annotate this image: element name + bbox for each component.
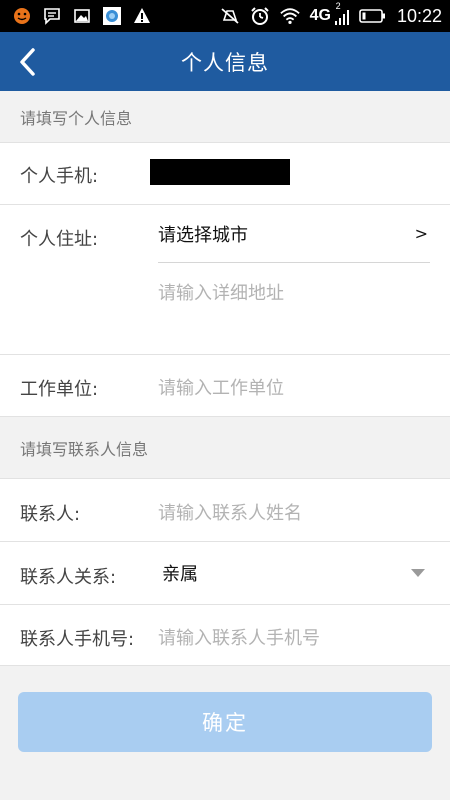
city-select-value: 请选择城市 (158, 224, 248, 246)
page-title: 个人信息 (181, 50, 269, 75)
contact-name-label: 联系人: (20, 504, 81, 525)
app-header: 个人信息 (0, 32, 450, 91)
mute-icon (220, 6, 240, 26)
contact-phone-row: 联系人手机号: 请输入联系人手机号 (0, 604, 450, 666)
signal-sup: 2 (335, 1, 341, 11)
relation-row[interactable]: 联系人关系: 亲属 (0, 541, 450, 604)
battery-icon (359, 6, 387, 26)
address-row: 个人住址: 请选择城市 > 请输入详细地址 (0, 204, 450, 354)
section-header-personal: 请填写个人信息 (20, 108, 133, 128)
address-label: 个人住址: (20, 229, 99, 250)
dropdown-arrow-icon[interactable] (411, 569, 425, 577)
status-left (12, 6, 152, 26)
wifi-icon (279, 6, 300, 26)
contact-name-input[interactable]: 请输入联系人姓名 (158, 499, 302, 525)
back-button[interactable] (18, 44, 58, 80)
confirm-button[interactable]: 确定 (18, 692, 432, 752)
clock: 10:22 (396, 5, 442, 26)
network-type: 4G (309, 7, 331, 24)
detail-address-input[interactable]: 请输入详细地址 (158, 279, 284, 305)
phone-value-redacted[interactable] (150, 159, 290, 185)
workplace-input[interactable]: 请输入工作单位 (158, 374, 284, 400)
status-bar: 4G 2 10:22 (0, 0, 450, 32)
section-header-contact: 请填写联系人信息 (0, 416, 450, 478)
warning-icon (132, 6, 152, 26)
contact-phone-label: 联系人手机号: (20, 629, 135, 650)
phone-label: 个人手机: (20, 166, 99, 187)
message-icon (42, 6, 62, 26)
workplace-label: 工作单位: (20, 379, 99, 400)
chevron-left-icon (20, 48, 35, 76)
workplace-row: 工作单位: 请输入工作单位 (0, 354, 450, 416)
image-icon (72, 6, 92, 26)
chevron-right-icon: > (414, 224, 428, 243)
status-right: 4G 2 10:22 (220, 1, 442, 27)
city-select[interactable]: 请选择城市 > (158, 205, 430, 263)
contact-name-row: 联系人: 请输入联系人姓名 (0, 478, 450, 541)
app-icon (102, 6, 122, 26)
relation-label: 联系人关系: (20, 567, 117, 588)
relation-select-value[interactable]: 亲属 (162, 560, 198, 586)
contact-phone-input[interactable]: 请输入联系人手机号 (158, 624, 320, 650)
alarm-icon (250, 6, 270, 26)
signal-icon (334, 9, 349, 25)
signal-indicator: 4G 2 (309, 1, 349, 25)
phone-row: 个人手机: (0, 142, 450, 204)
face-icon (12, 6, 32, 26)
